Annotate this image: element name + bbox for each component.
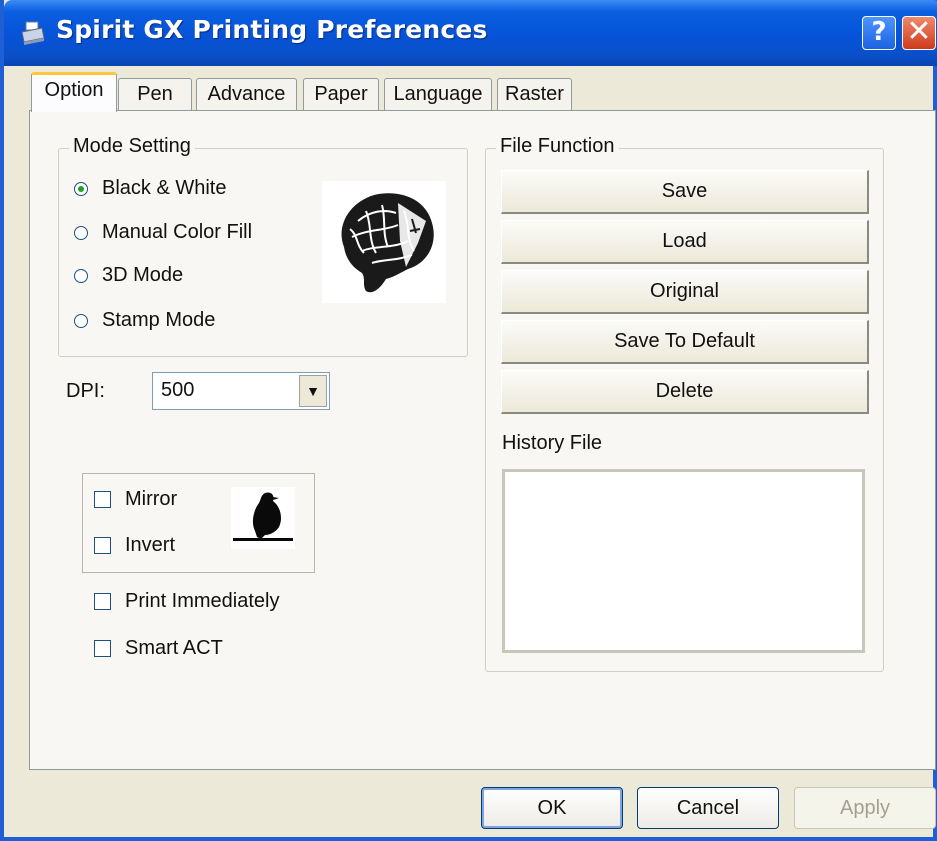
save-to-default-button[interactable]: Save To Default	[501, 320, 869, 364]
checkbox-icon[interactable]	[94, 593, 111, 610]
brain-preview-icon	[322, 181, 446, 303]
smart-act-label: Smart ACT	[125, 637, 223, 659]
chevron-down-icon[interactable]: ▼	[299, 375, 327, 407]
radio-3d-mode[interactable]: 3D Mode	[74, 264, 183, 287]
dpi-label: DPI:	[66, 380, 105, 402]
smart-act-checkbox-row[interactable]: Smart ACT	[94, 637, 223, 660]
radio-label: Manual Color Fill	[102, 221, 253, 243]
mode-setting-legend: Mode Setting	[69, 135, 195, 158]
cancel-button[interactable]: Cancel	[637, 787, 779, 829]
bird-preview-icon	[231, 487, 295, 549]
apply-button[interactable]: Apply	[794, 787, 936, 829]
print-immediately-checkbox-row[interactable]: Print Immediately	[94, 590, 280, 613]
dpi-value: 500	[161, 379, 195, 401]
radio-button-icon[interactable]	[74, 268, 88, 283]
radio-label: Stamp Mode	[102, 309, 216, 331]
radio-black-white[interactable]: Black & White	[74, 177, 226, 200]
checkbox-icon[interactable]	[94, 491, 111, 508]
radio-label: 3D Mode	[102, 264, 184, 286]
radio-button-icon[interactable]	[74, 225, 88, 240]
file-function-legend: File Function	[496, 135, 619, 158]
radio-manual-color-fill[interactable]: Manual Color Fill	[74, 221, 252, 244]
history-file-label: History File	[502, 432, 603, 454]
load-button[interactable]: Load	[501, 220, 869, 264]
invert-checkbox-row[interactable]: Invert	[94, 534, 175, 557]
delete-button[interactable]: Delete	[501, 370, 869, 414]
mirror-checkbox-row[interactable]: Mirror	[94, 488, 177, 511]
panel-content: Mode Setting Black & White Manual Color …	[4, 0, 937, 841]
dialog-window: Spirit GX Printing Preferences ? ✕ Optio…	[0, 0, 937, 841]
history-file-list[interactable]	[502, 469, 865, 653]
radio-label: Black & White	[102, 177, 227, 199]
save-button[interactable]: Save	[501, 170, 869, 214]
dpi-select[interactable]: 500 ▼	[152, 372, 330, 410]
invert-label: Invert	[125, 534, 176, 556]
original-button[interactable]: Original	[501, 270, 869, 314]
print-immediately-label: Print Immediately	[125, 590, 280, 612]
checkbox-icon[interactable]	[94, 537, 111, 554]
mirror-label: Mirror	[125, 488, 178, 510]
radio-button-icon[interactable]	[74, 181, 88, 196]
checkbox-icon[interactable]	[94, 640, 111, 657]
radio-stamp-mode[interactable]: Stamp Mode	[74, 309, 215, 332]
ok-button[interactable]: OK	[481, 787, 623, 829]
radio-button-icon[interactable]	[74, 313, 88, 328]
